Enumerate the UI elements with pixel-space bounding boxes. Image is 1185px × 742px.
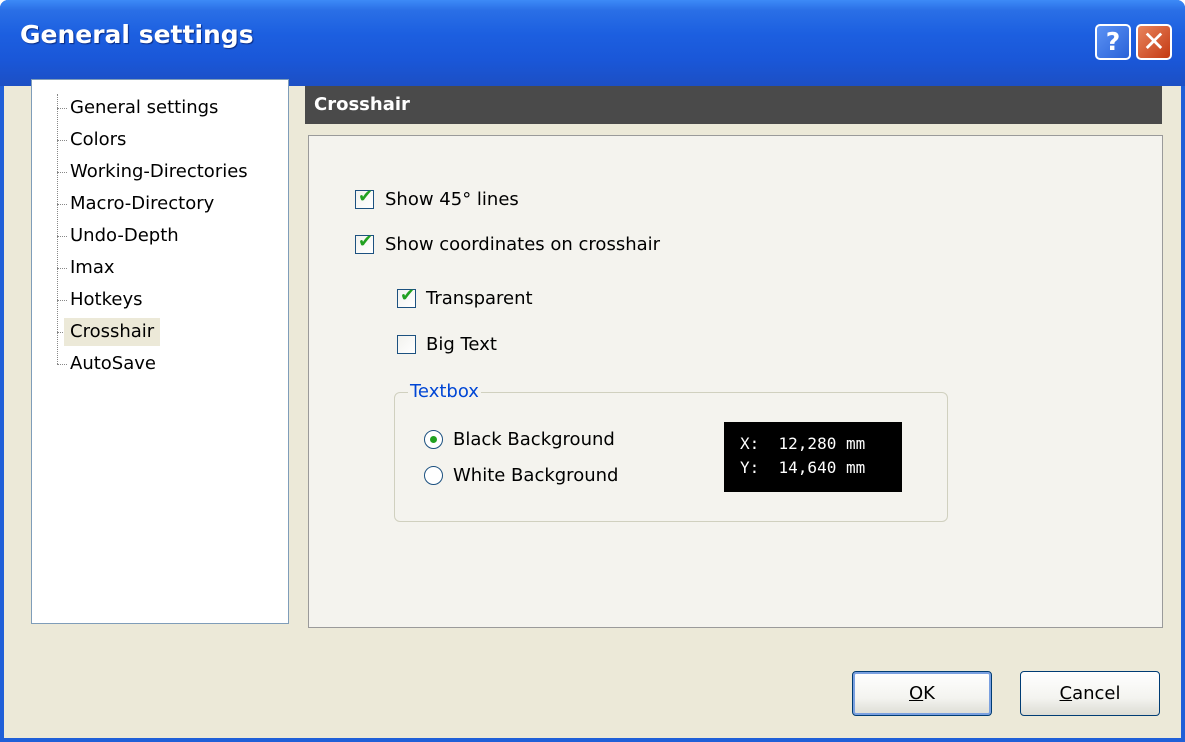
ok-accelerator: O <box>909 683 924 704</box>
coordinate-preview: X: 12,280 mm Y: 14,640 mm <box>724 422 902 492</box>
show-coordinates-checkbox[interactable]: ✔ <box>355 231 374 254</box>
settings-tree[interactable]: General settings Colors Working-Director… <box>31 79 289 624</box>
black-background-radio[interactable] <box>424 430 443 449</box>
ok-label-rest: K <box>923 683 935 704</box>
big-text-label[interactable]: Big Text <box>426 334 497 356</box>
tree-item-working-directories[interactable]: Working-Directories <box>64 158 254 186</box>
transparent-checkbox[interactable]: ✔ <box>397 285 416 308</box>
checkmark-icon: ✔ <box>400 285 416 306</box>
textbox-group-title: Textbox <box>408 381 481 402</box>
transparent-label[interactable]: Transparent <box>426 288 533 310</box>
show-45-lines-label[interactable]: Show 45° lines <box>385 189 519 211</box>
white-background-radio[interactable] <box>424 466 443 485</box>
title-bar[interactable]: General settings ? ✕ <box>0 0 1185 86</box>
black-background-label[interactable]: Black Background <box>453 429 615 451</box>
checkmark-icon: ✔ <box>358 231 374 252</box>
tree-item-crosshair[interactable]: Crosshair <box>64 318 161 346</box>
tree-item-imax[interactable]: Imax <box>64 254 121 282</box>
coordinate-y-text: Y: 14,640 mm <box>740 458 866 477</box>
checkmark-icon: ✔ <box>358 186 374 207</box>
cancel-label-rest: ancel <box>1072 683 1121 704</box>
tree-connector <box>57 94 58 364</box>
tree-item-hotkeys[interactable]: Hotkeys <box>64 286 149 314</box>
help-button[interactable]: ? <box>1095 24 1131 60</box>
show-coordinates-label[interactable]: Show coordinates on crosshair <box>385 234 660 256</box>
coordinate-x-text: X: 12,280 mm <box>740 434 866 453</box>
section-header: Crosshair <box>305 86 1162 124</box>
tree-item-colors[interactable]: Colors <box>64 126 132 154</box>
cancel-accelerator: C <box>1059 683 1073 704</box>
tree-item-autosave[interactable]: AutoSave <box>64 350 162 378</box>
ok-button[interactable]: OK <box>852 671 992 716</box>
window-title: General settings <box>20 20 254 49</box>
tree-item-macro-directory[interactable]: Macro-Directory <box>64 190 220 218</box>
section-title: Crosshair <box>314 94 410 115</box>
close-button[interactable]: ✕ <box>1136 24 1172 60</box>
question-icon: ? <box>1105 27 1121 56</box>
tree-item-undo-depth[interactable]: Undo-Depth <box>64 222 185 250</box>
close-icon: ✕ <box>1142 25 1166 58</box>
show-45-lines-checkbox[interactable]: ✔ <box>355 186 374 209</box>
tree-item-general-settings[interactable]: General settings <box>64 94 224 122</box>
big-text-checkbox[interactable] <box>397 335 416 354</box>
cancel-button[interactable]: Cancel <box>1020 671 1160 716</box>
white-background-label[interactable]: White Background <box>453 465 618 487</box>
radio-selected-dot <box>430 436 437 443</box>
